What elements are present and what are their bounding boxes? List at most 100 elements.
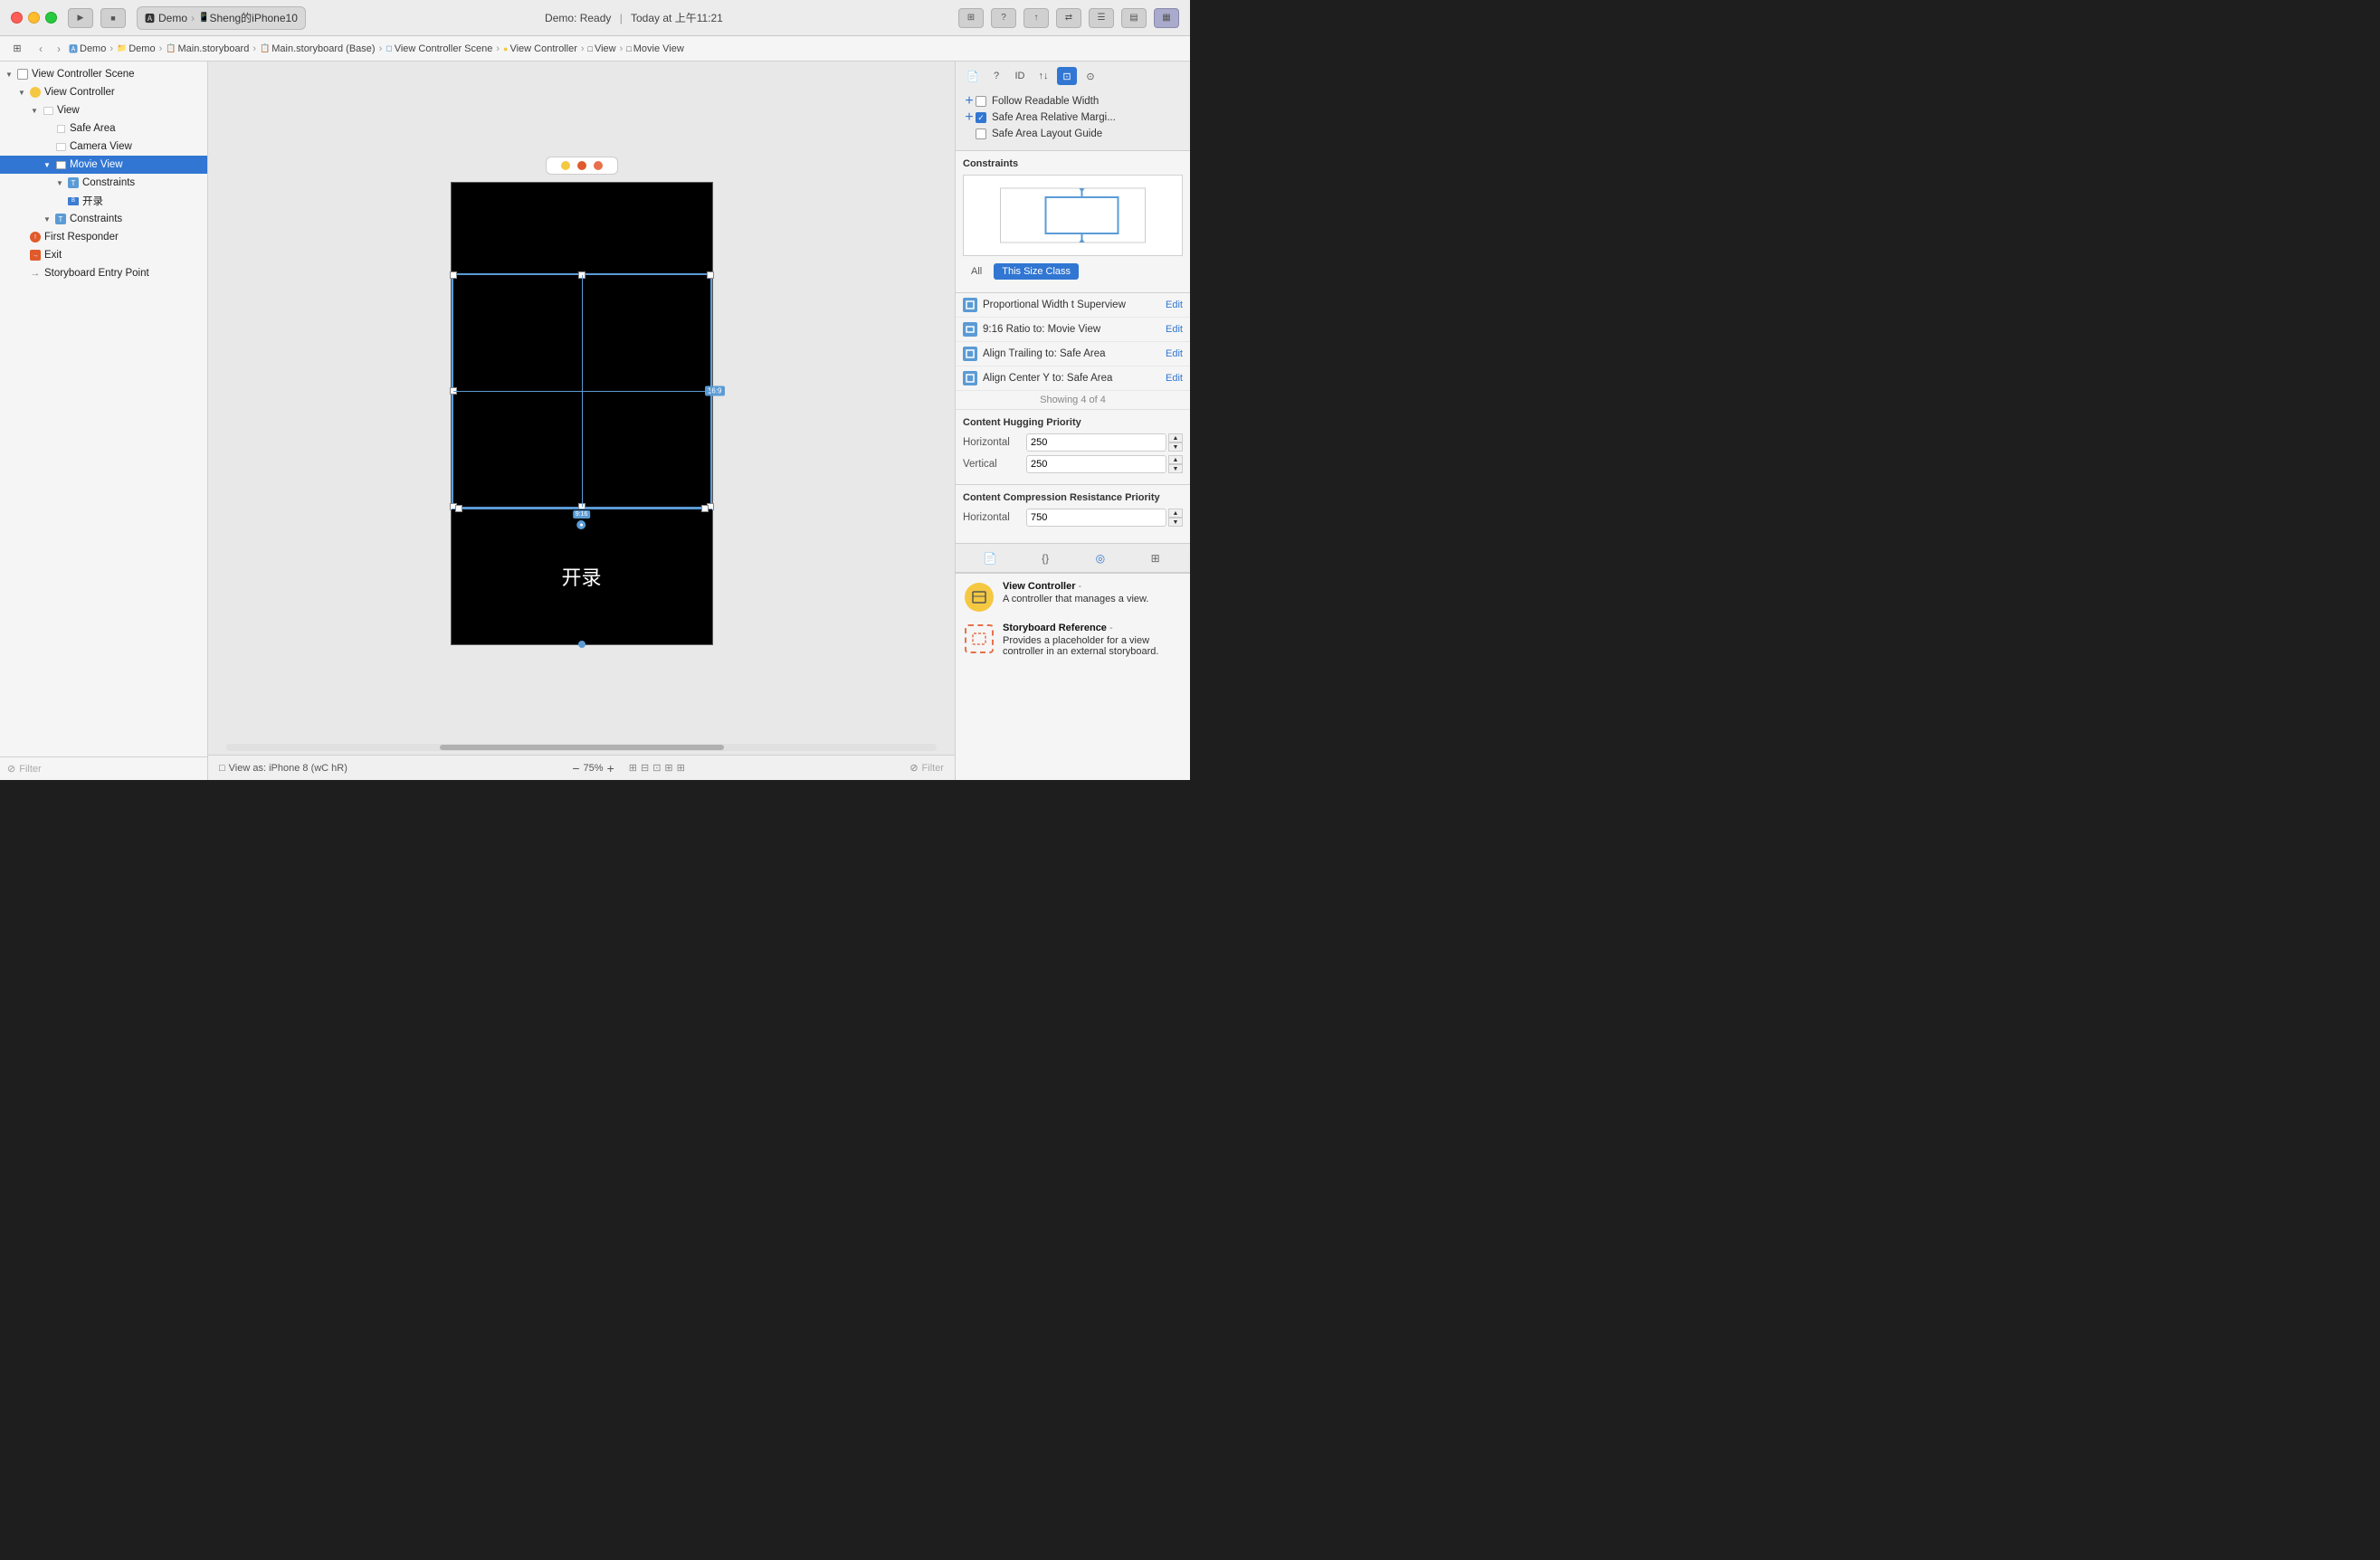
tree-item-kailu[interactable]: B 开录: [0, 192, 207, 210]
stop-button[interactable]: [100, 8, 126, 28]
filter-label[interactable]: Filter: [19, 764, 41, 775]
stepper-down-h[interactable]: ▼: [1168, 442, 1183, 452]
insp-bottom-code-tab[interactable]: {}: [1035, 548, 1055, 568]
insp-bottom-grid-tab[interactable]: ⊞: [1146, 548, 1166, 568]
footer-icon3[interactable]: ⊡: [652, 762, 661, 774]
run-button[interactable]: [68, 8, 93, 28]
footer-icon1[interactable]: ⊞: [629, 762, 637, 774]
minimize-button[interactable]: [28, 12, 40, 24]
forward-nav-button[interactable]: ›: [51, 41, 67, 57]
zoom-out-button[interactable]: −: [572, 762, 579, 775]
lib-item-sb[interactable]: Storyboard Reference - Provides a placeh…: [963, 623, 1183, 657]
tree-item-cameraview[interactable]: Camera View: [0, 138, 207, 156]
tab-all[interactable]: All: [963, 263, 990, 280]
insp-attr-icon[interactable]: ↑↓: [1033, 67, 1053, 85]
tree-item-vcscene[interactable]: View Controller Scene: [0, 65, 207, 83]
insp-question-icon[interactable]: ?: [986, 67, 1006, 85]
canvas-scrollbar[interactable]: [226, 744, 937, 751]
footer-filter-label[interactable]: Filter: [922, 763, 944, 774]
tree-item-view[interactable]: View: [0, 101, 207, 119]
compression-horizontal-select[interactable]: 750: [1026, 509, 1166, 527]
constraint-tabs: All This Size Class: [963, 263, 1183, 280]
canvas-scrollbar-thumb[interactable]: [440, 745, 724, 750]
expand-movieview[interactable]: [42, 159, 52, 170]
tree-item-entrypoint[interactable]: → Storyboard Entry Point: [0, 264, 207, 282]
hugging-horizontal-stepper[interactable]: ▲ ▼: [1168, 433, 1183, 452]
constraint-edit-3[interactable]: Edit: [1166, 348, 1183, 359]
share-button[interactable]: ↑: [1023, 8, 1049, 28]
scheme-selector[interactable]: 🅰 Demo › 📱 Sheng的iPhone10: [137, 6, 306, 30]
breadcrumb-mainstoryboard[interactable]: 📋 Main.storyboard ›: [166, 43, 258, 54]
footer-icon5[interactable]: ⊞: [677, 762, 685, 774]
iphone-movie-view[interactable]: 16:9: [452, 273, 712, 509]
hugging-vertical-select[interactable]: 250: [1026, 455, 1166, 473]
stepper-up-v[interactable]: ▲: [1168, 455, 1183, 464]
lib-item-vc[interactable]: View Controller - A controller that mana…: [963, 581, 1183, 614]
breadcrumb-mainstoryboard-base[interactable]: 📋 Main.storyboard (Base) ›: [260, 43, 384, 54]
breadcrumb-vcscene[interactable]: ◻ View Controller Scene ›: [386, 43, 501, 54]
tree-item-exit[interactable]: → Exit: [0, 246, 207, 264]
insp-size-icon[interactable]: ⊡: [1057, 67, 1077, 85]
footer-icon4[interactable]: ⊞: [664, 762, 672, 774]
breadcrumb-demo[interactable]: 🅰 Demo ›: [69, 42, 115, 55]
zoom-in-button[interactable]: +: [607, 762, 614, 775]
expand-constraints-mv[interactable]: [54, 177, 65, 188]
hugging-horizontal-select[interactable]: 250: [1026, 433, 1166, 452]
expand-constraints-view[interactable]: [42, 214, 52, 224]
constraint-entry-4[interactable]: Align Center Y to: Safe Area Edit: [956, 366, 1190, 391]
handle-tl[interactable]: [450, 271, 457, 279]
constraint-entry-2[interactable]: 9:16 Ratio to: Movie View Edit: [956, 318, 1190, 342]
constraint-edit-1[interactable]: Edit: [1166, 300, 1183, 310]
breadcrumb-vc[interactable]: ● View Controller ›: [503, 43, 586, 54]
close-button[interactable]: [11, 12, 23, 24]
expand-vc[interactable]: [16, 87, 27, 98]
expand-view[interactable]: [29, 105, 40, 116]
stepper-up-h[interactable]: ▲: [1168, 433, 1183, 442]
tree-item-constraints-view[interactable]: T Constraints: [0, 210, 207, 228]
tree-item-vc[interactable]: View Controller: [0, 83, 207, 101]
grid-toggle-button[interactable]: ⊞: [958, 8, 984, 28]
insp-file-icon[interactable]: 📄: [963, 67, 983, 85]
inspector-toggle-button[interactable]: ▦: [1154, 8, 1179, 28]
constraint-entry-1[interactable]: Proportional Width t Superview Edit: [956, 293, 1190, 318]
bottom-center-handle[interactable]: [578, 641, 585, 648]
stepper-up-ch[interactable]: ▲: [1168, 509, 1183, 518]
footer-icon2[interactable]: ⊟: [641, 762, 649, 774]
navigator-toggle-button[interactable]: ☰: [1089, 8, 1114, 28]
breadcrumb-movieview[interactable]: □ Movie View: [626, 43, 683, 54]
canvas-content[interactable]: 16:9 9:16: [208, 62, 955, 740]
safe-area-margins-checkbox[interactable]: [976, 112, 986, 123]
follow-readable-width-checkbox[interactable]: [976, 96, 986, 107]
feedback-button[interactable]: ?: [991, 8, 1016, 28]
tree-item-firstresponder[interactable]: ! First Responder: [0, 228, 207, 246]
add-safe-area-button[interactable]: +: [963, 111, 976, 124]
expand-vcscene[interactable]: [4, 69, 14, 80]
navigator-grid-button[interactable]: ⊞: [7, 41, 27, 57]
breadcrumb-demo2[interactable]: 📁 Demo ›: [117, 43, 164, 54]
insp-identity-icon[interactable]: ID: [1010, 67, 1030, 85]
insp-connections-icon[interactable]: ⊙: [1081, 67, 1100, 85]
tab-this-size-class[interactable]: This Size Class: [994, 263, 1079, 280]
bottom-handle-tl[interactable]: [455, 505, 462, 512]
constraint-entry-3[interactable]: Align Trailing to: Safe Area Edit: [956, 342, 1190, 366]
insp-bottom-file-tab[interactable]: 📄: [980, 548, 1000, 568]
back-forward-button[interactable]: ⇄: [1056, 8, 1081, 28]
compression-horizontal-stepper[interactable]: ▲ ▼: [1168, 509, 1183, 527]
tree-item-safearea[interactable]: Safe Area: [0, 119, 207, 138]
insp-bottom-circle-tab[interactable]: ◎: [1090, 548, 1110, 568]
constraint-edit-2[interactable]: Edit: [1166, 324, 1183, 335]
tree-item-movieview[interactable]: Movie View: [0, 156, 207, 174]
stepper-down-ch[interactable]: ▼: [1168, 518, 1183, 527]
debug-toggle-button[interactable]: ▤: [1121, 8, 1147, 28]
stepper-down-v[interactable]: ▼: [1168, 464, 1183, 473]
bottom-handle-tr[interactable]: [701, 505, 709, 512]
safe-area-layout-checkbox[interactable]: [976, 128, 986, 139]
constraint-edit-4[interactable]: Edit: [1166, 373, 1183, 384]
tree-item-constraints-mv[interactable]: T Constraints: [0, 174, 207, 192]
breadcrumb-view[interactable]: □ View ›: [588, 43, 625, 54]
back-nav-button[interactable]: ‹: [33, 41, 49, 57]
maximize-button[interactable]: [45, 12, 57, 24]
add-constraint-button[interactable]: +: [963, 95, 976, 108]
hugging-vertical-stepper[interactable]: ▲ ▼: [1168, 455, 1183, 473]
handle-tr[interactable]: [707, 271, 714, 279]
